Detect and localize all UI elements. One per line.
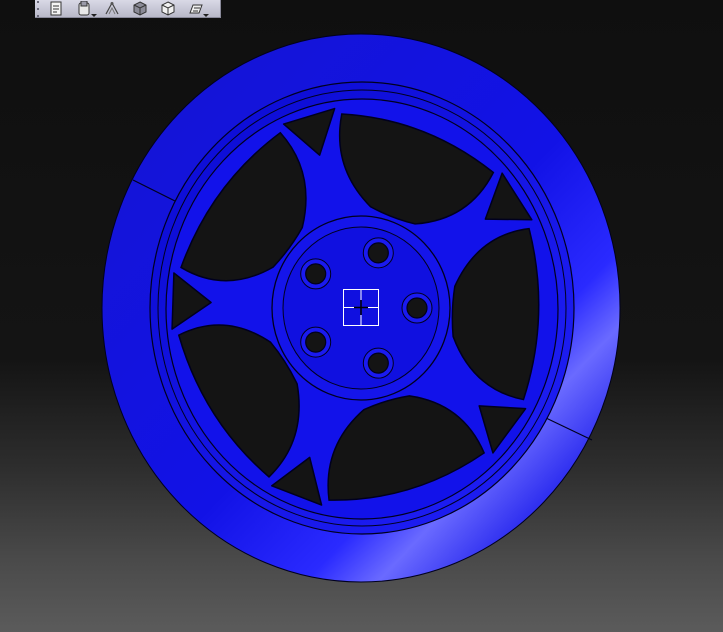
bolt-hole xyxy=(305,263,327,285)
bolt-hole xyxy=(406,297,428,319)
bolt-hole xyxy=(367,242,389,264)
chevron-down-icon[interactable] xyxy=(91,14,97,17)
bolt-hole xyxy=(367,352,389,374)
part-body-icon[interactable] xyxy=(71,1,97,17)
view-toolbar xyxy=(35,0,221,18)
bolt-hole xyxy=(305,331,327,353)
axis-origin-icon xyxy=(343,289,379,326)
3d-viewport[interactable] xyxy=(0,0,723,632)
wireframe-view-icon[interactable] xyxy=(155,1,181,17)
chevron-down-icon[interactable] xyxy=(203,14,209,17)
toolbar-grip[interactable] xyxy=(37,0,41,17)
solid-view-icon[interactable] xyxy=(127,1,153,17)
drawing-pad-icon[interactable] xyxy=(183,1,209,17)
new-sketch-icon[interactable] xyxy=(43,1,69,17)
sketch-tools-icon[interactable] xyxy=(99,1,125,17)
